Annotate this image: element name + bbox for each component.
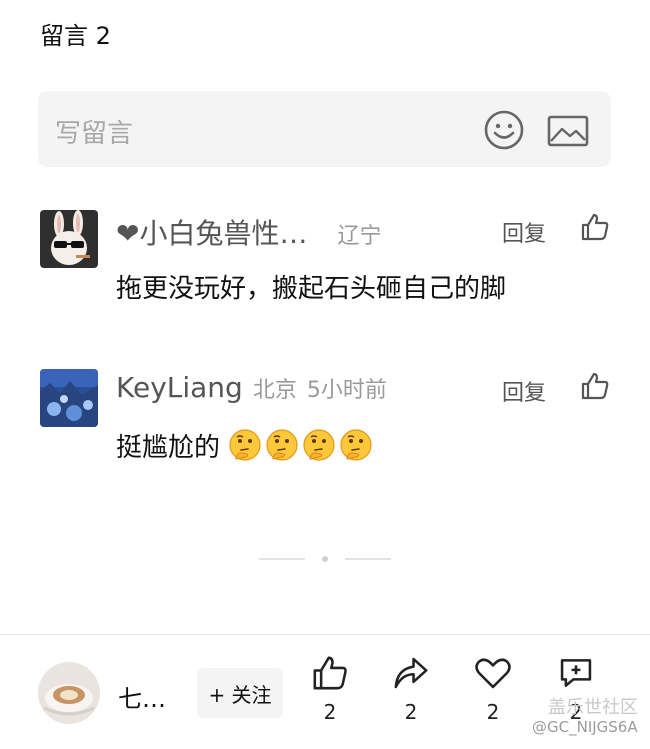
comment-plus-icon[interactable] <box>557 654 595 692</box>
emoji-row <box>228 429 376 463</box>
thumbs-up-icon[interactable] <box>580 371 610 401</box>
author-name[interactable]: 七… <box>118 679 166 714</box>
avatar[interactable] <box>40 369 98 427</box>
heart-icon[interactable] <box>474 654 512 692</box>
share-icon[interactable] <box>392 654 430 692</box>
like-action[interactable]: 2 <box>305 654 355 724</box>
like-count: 2 <box>323 700 337 724</box>
reply-button[interactable]: 回复 <box>502 216 546 248</box>
image-icon[interactable] <box>547 115 589 147</box>
comment-location: 北京 <box>252 378 297 403</box>
author-avatar[interactable] <box>38 662 100 724</box>
watermark-brand: 盖乐世社区 <box>548 697 638 718</box>
header-title: 留言 2 <box>40 22 111 50</box>
thinking-face-emoji <box>266 429 298 461</box>
comment-location: 辽宁 <box>337 224 382 249</box>
thumbs-up-icon[interactable] <box>311 654 349 692</box>
avatar[interactable] <box>40 210 98 268</box>
follow-button[interactable]: + 关注 <box>197 668 283 718</box>
comment-username[interactable]: ❤小白兔兽性… <box>116 217 307 250</box>
thumbs-up-icon[interactable] <box>580 212 610 242</box>
watermark-id: @GC_NIJGS6A <box>532 718 638 736</box>
emoji-icon[interactable] <box>484 110 524 150</box>
comment-text: 拖更没玩好，搬起石头砸自己的脚 <box>116 274 507 304</box>
thinking-face-emoji <box>340 429 372 461</box>
comment-text-row: 挺尴尬的 <box>116 427 376 464</box>
pagination-indicator <box>259 556 391 562</box>
thinking-face-emoji <box>303 429 335 461</box>
favorite-count: 2 <box>486 700 500 724</box>
comment-time: 5小时前 <box>306 378 387 403</box>
comment-text: 挺尴尬的 <box>116 433 221 463</box>
reply-button[interactable]: 回复 <box>502 375 546 407</box>
share-count: 2 <box>404 700 418 724</box>
share-action[interactable]: 2 <box>386 654 436 724</box>
thinking-face-emoji <box>229 429 261 461</box>
comment-placeholder: 写留言 <box>55 119 134 149</box>
favorite-action[interactable]: 2 <box>468 654 518 724</box>
comment-input[interactable]: 写留言 <box>38 91 611 167</box>
comment-username[interactable]: KeyLiang <box>116 371 243 404</box>
